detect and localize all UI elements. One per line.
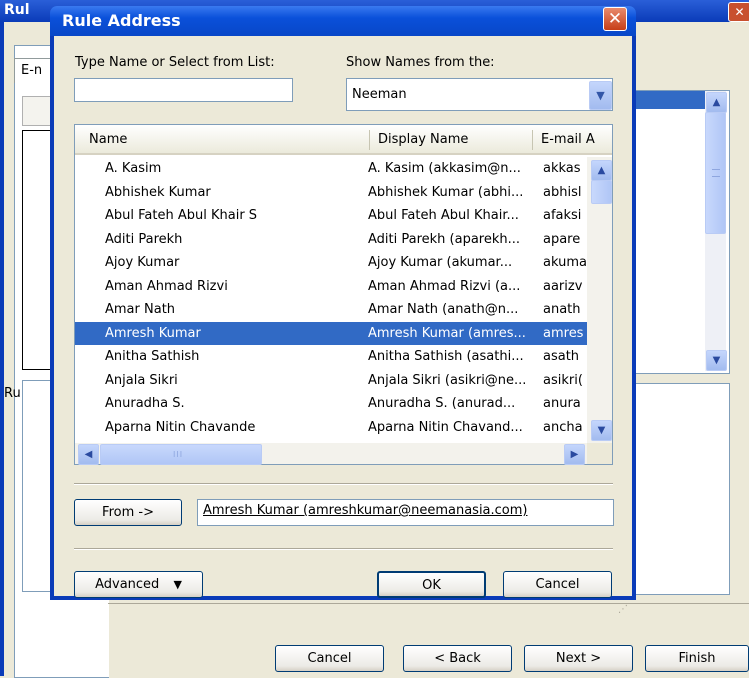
row-name: Anjala Sikri: [105, 372, 178, 388]
resize-grip-icon[interactable]: ⋰: [618, 604, 630, 616]
row-display-name: Abul Fateh Abul Khair...: [368, 208, 519, 223]
dialog-title: Rule Address: [62, 11, 181, 30]
row-email: asikri(: [543, 372, 583, 388]
row-email: asath: [543, 349, 580, 364]
list-row[interactable]: A. Kasim A. Kasim (akkasim@n... akkas: [75, 157, 587, 180]
show-names-select[interactable]: Neeman: [346, 78, 613, 111]
row-email: akuma: [543, 255, 587, 270]
wizard-next-button[interactable]: Next >: [524, 645, 633, 672]
type-name-input[interactable]: [74, 78, 293, 102]
row-email: akkas: [543, 161, 581, 176]
list-row[interactable]: Aditi Parekh Aditi Parekh (aparekh... apar…: [75, 228, 587, 251]
row-name: Abul Fateh Abul Khair S: [105, 208, 258, 223]
scrollbar-corner: [587, 443, 612, 464]
row-email: apare: [543, 231, 581, 247]
scroll-thumb-grip: III: [173, 450, 184, 459]
background-window-border: [0, 22, 4, 676]
row-name: Anuradha S.: [105, 396, 185, 411]
background-section-label: Ru: [4, 386, 21, 401]
background-toolbar-icon[interactable]: [22, 96, 52, 126]
row-name: Anitha Sathish: [105, 349, 200, 364]
row-display-name: Aman Ahmad Rizvi (a...: [368, 278, 521, 294]
row-email: amres: [543, 325, 584, 341]
wizard-cancel-button[interactable]: Cancel: [275, 645, 384, 672]
scroll-left-icon[interactable]: ◀: [78, 444, 99, 465]
background-divider: [108, 603, 749, 604]
divider: [74, 483, 613, 485]
column-header-email[interactable]: E-mail A: [541, 132, 611, 147]
row-email: afaksi: [543, 208, 582, 223]
background-close-icon[interactable]: ✕: [728, 2, 749, 22]
type-name-label: Type Name or Select from List:: [75, 55, 275, 70]
row-name: Amar Nath: [105, 302, 176, 317]
wizard-back-button[interactable]: < Back: [403, 645, 512, 672]
row-name: Aparna Nitin Chavande: [105, 419, 256, 435]
list-row[interactable]: Ajoy Kumar Ajoy Kumar (akumar... akuma: [75, 251, 587, 274]
show-names-label: Show Names from the:: [346, 55, 495, 70]
row-email: abhisl: [543, 184, 582, 200]
divider: [74, 548, 613, 550]
chevron-down-icon[interactable]: ▼: [589, 81, 612, 110]
background-scroll-thumb[interactable]: [705, 112, 726, 234]
row-email: anura: [543, 396, 581, 411]
dialog-close-icon[interactable]: ✕: [603, 7, 627, 31]
list-row[interactable]: Amar Nath Amar Nath (anath@n... anath: [75, 298, 587, 321]
scroll-right-icon[interactable]: ▶: [564, 444, 585, 465]
advanced-button[interactable]: Advanced ▼: [74, 571, 203, 598]
column-header-display-name[interactable]: Display Name: [378, 132, 468, 147]
row-display-name: Ajoy Kumar (akumar...: [368, 255, 513, 270]
row-display-name: A. Kasim (akkasim@n...: [368, 161, 521, 176]
from-recipient-field[interactable]: Amresh Kumar (amreshkumar@neemanasia.com…: [197, 499, 614, 526]
row-name: Aman Ahmad Rizvi: [105, 278, 228, 294]
background-scroll-up-icon[interactable]: ▲: [706, 92, 727, 113]
row-display-name: Anjala Sikri (asikri@ne...: [368, 372, 527, 388]
ok-button[interactable]: OK: [377, 571, 486, 598]
list-row[interactable]: Abul Fateh Abul Khair S Abul Fateh Abul K…: [75, 204, 587, 227]
row-name: Amresh Kumar: [105, 325, 201, 341]
background-scroll-down-icon[interactable]: ▼: [706, 350, 727, 371]
row-name: Ajoy Kumar: [105, 255, 180, 270]
row-display-name: Aparna Nitin Chavand...: [368, 419, 523, 435]
address-list-rows: A. Kasim A. Kasim (akkasim@n... akkas Abhis…: [75, 157, 587, 443]
show-names-value: Neeman: [352, 87, 407, 102]
list-row[interactable]: Anjala Sikri Anjala Sikri (asikri@ne... as…: [75, 369, 587, 392]
list-row[interactable]: Aparna Nitin Chavande Aparna Nitin Chavan…: [75, 416, 587, 439]
row-display-name: Anitha Sathish (asathi...: [368, 349, 524, 364]
row-email: ancha: [543, 419, 583, 435]
row-display-name: Amar Nath (anath@n...: [368, 302, 519, 317]
row-email: aarizv: [543, 278, 583, 294]
cancel-button[interactable]: Cancel: [503, 571, 612, 598]
scroll-down-icon[interactable]: ▼: [591, 420, 612, 441]
vertical-scroll-thumb[interactable]: [591, 180, 612, 204]
horizontal-scroll-thumb[interactable]: III: [100, 444, 262, 465]
wizard-finish-button[interactable]: Finish: [645, 645, 749, 672]
list-row[interactable]: Aman Ahmad Rizvi Aman Ahmad Rizvi (a... aa…: [75, 275, 587, 298]
advanced-button-label: Advanced: [95, 577, 160, 592]
address-list-header: Name Display Name E-mail A: [75, 125, 612, 155]
row-name: Aditi Parekh: [105, 231, 183, 247]
list-row[interactable]: Abhishek Kumar Abhishek Kumar (abhi... abh…: [75, 181, 587, 204]
list-row-selected[interactable]: Amresh Kumar Amresh Kumar (amres... amres: [75, 321, 587, 345]
row-name: A. Kasim: [105, 161, 162, 176]
background-tab-label: E-n: [21, 63, 43, 78]
from-recipient-value[interactable]: Amresh Kumar (amreshkumar@neemanasia.com…: [203, 503, 528, 518]
list-row[interactable]: Anuradha S. Anuradha S. (anurad... anura: [75, 392, 587, 415]
background-window-title: Rul: [4, 2, 30, 18]
from-button[interactable]: From ->: [74, 499, 182, 526]
row-display-name: Abhishek Kumar (abhi...: [368, 184, 524, 200]
caret-down-icon: ▼: [173, 578, 182, 591]
row-display-name: Amresh Kumar (amres...: [368, 325, 526, 341]
scroll-up-icon[interactable]: ▲: [591, 160, 612, 181]
list-row[interactable]: Anitha Sathish Anitha Sathish (asathi... a…: [75, 345, 587, 368]
row-display-name: Anuradha S. (anurad...: [368, 396, 516, 411]
row-email: anath: [543, 302, 581, 317]
row-display-name: Aditi Parekh (aparekh...: [368, 231, 521, 247]
column-header-name[interactable]: Name: [89, 132, 127, 147]
row-name: Abhishek Kumar: [105, 184, 211, 200]
